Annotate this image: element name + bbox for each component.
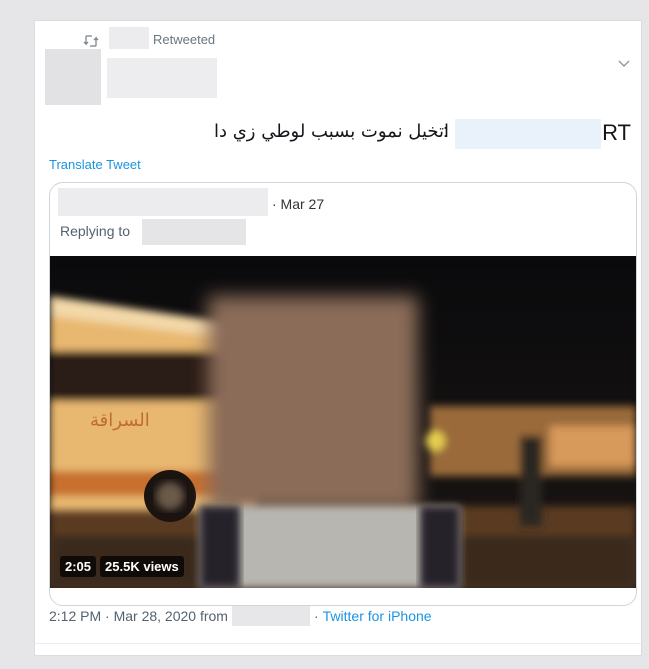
blurred-location: [231, 606, 310, 626]
retweet-row: [83, 31, 99, 51]
rt-prefix: RT: [602, 120, 631, 145]
quoted-tweet[interactable]: · Mar 27 Replying to السراقة 2:05 25.5K …: [49, 182, 637, 606]
video-duration: 2:05: [60, 556, 97, 577]
blurred-retweeter-name: [109, 27, 149, 49]
video-frame: السراقة: [50, 256, 636, 588]
video-views: 25.5K views: [100, 556, 184, 577]
avatar[interactable]: [45, 49, 101, 105]
source-app-link[interactable]: Twitter for iPhone: [323, 608, 432, 624]
svg-text:السراقة: السراقة: [90, 410, 150, 431]
tweet-text-row: اتخيل نموت بسبب لوطي زي دا : RT: [35, 119, 641, 149]
mention-separator: :: [443, 121, 449, 141]
source-separator: ·: [313, 608, 319, 624]
blurred-quoted-user[interactable]: [58, 188, 268, 216]
tweet-footer: 2:12 PM · Mar 28, 2020 from · Twitter fo…: [49, 606, 432, 626]
replying-to-label: Replying to: [60, 223, 131, 239]
quoted-date[interactable]: · Mar 27: [272, 196, 324, 212]
chevron-down-icon[interactable]: [617, 55, 631, 67]
timestamp[interactable]: 2:12 PM · Mar 28, 2020 from: [49, 608, 228, 624]
translate-tweet-link[interactable]: Translate Tweet: [49, 157, 141, 172]
retweet-icon: [83, 34, 99, 48]
tweet-text: اتخيل نموت بسبب لوطي زي دا: [213, 121, 449, 142]
blurred-author-name[interactable]: [107, 58, 217, 98]
blurred-reply-handle[interactable]: [142, 219, 246, 245]
video-badge: 2:05 25.5K views: [60, 556, 184, 577]
video-player[interactable]: السراقة 2:05 25.5K views: [50, 256, 636, 588]
blurred-mention[interactable]: [455, 119, 601, 149]
divider: [35, 643, 641, 644]
tweet-card: Retweeted اتخيل نموت بسبب لوطي زي دا : R…: [34, 20, 642, 656]
retweeted-label: Retweeted: [153, 32, 216, 47]
